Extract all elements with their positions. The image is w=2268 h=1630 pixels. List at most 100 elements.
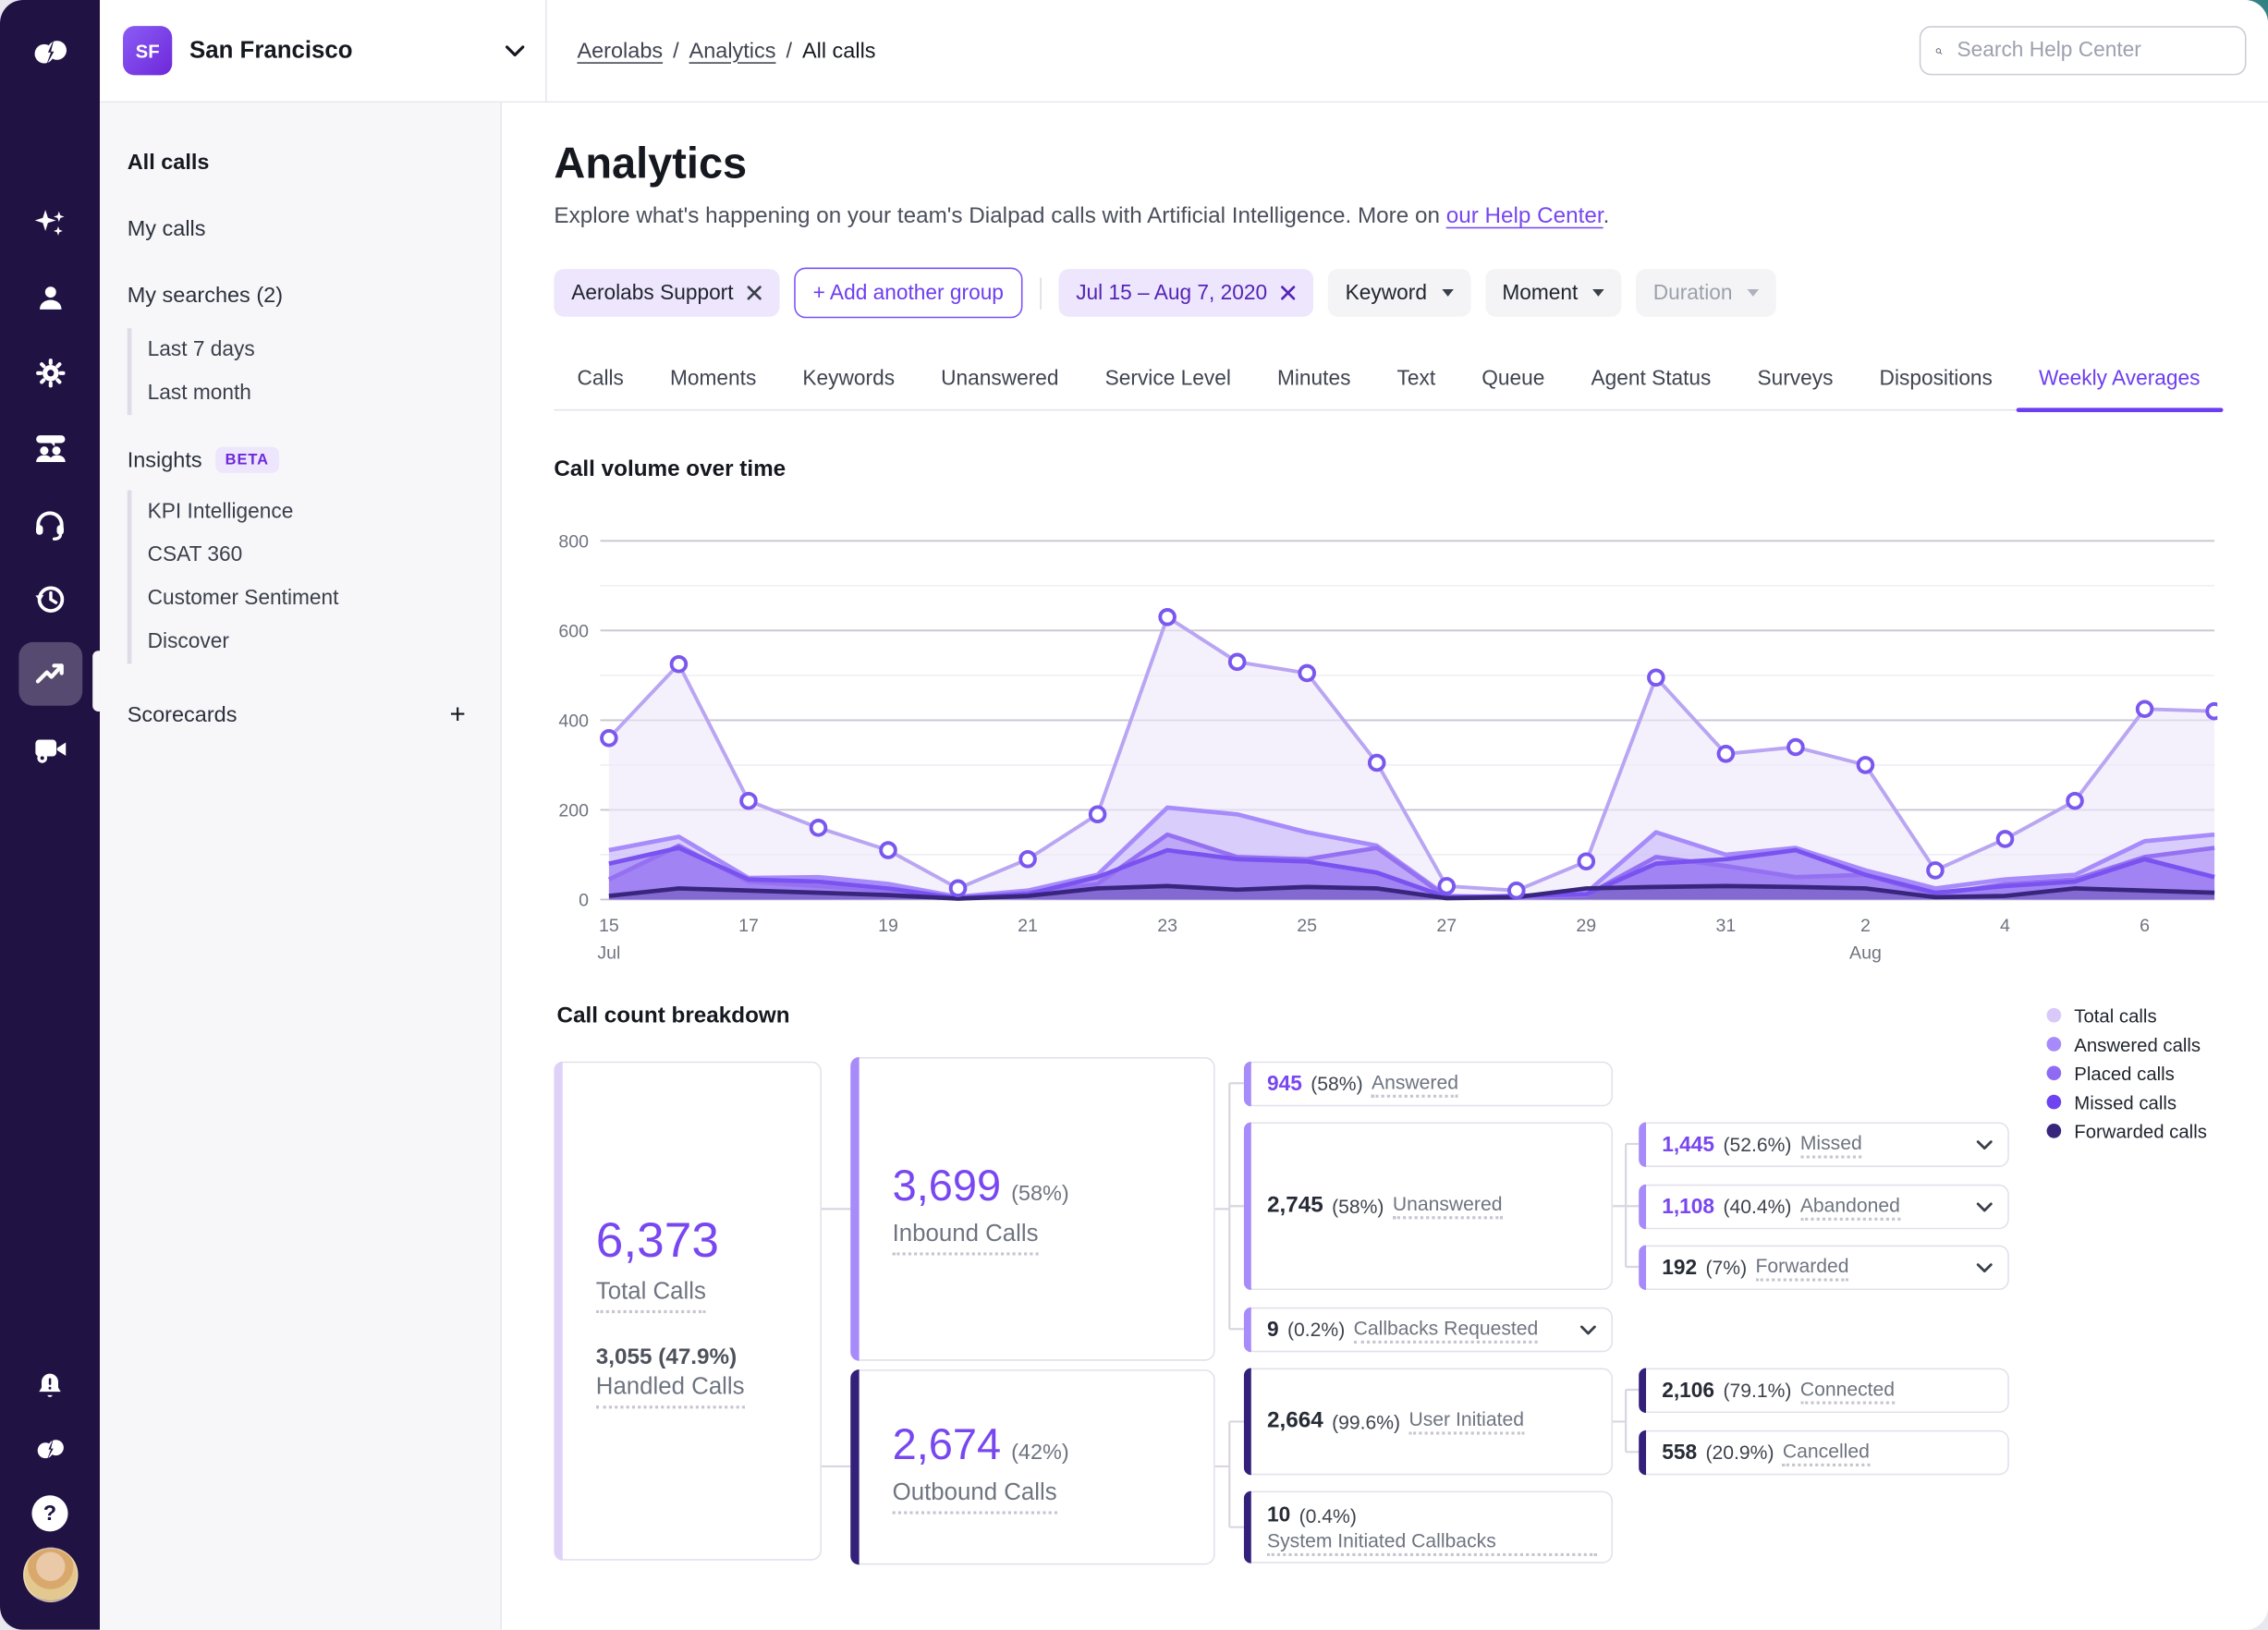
dialpad-app-icon[interactable] [21,1420,79,1478]
abandoned-label[interactable]: Abandoned [1799,1194,1900,1221]
page-title: Analytics [554,140,748,189]
callbacks-label[interactable]: Callbacks Requested [1353,1317,1539,1344]
sidebar-item-insights[interactable]: Insights BETA [128,446,475,473]
user-initiated-value: 2,664 [1266,1408,1323,1433]
support-headset-icon[interactable] [18,492,82,555]
chevron-down-icon [505,44,525,56]
sidebar-item-last-7-days[interactable]: Last 7 days [148,328,475,371]
answered-label[interactable]: Answered [1372,1071,1458,1098]
tab-surveys[interactable]: Surveys [1734,353,1856,409]
expand-chevron-icon[interactable] [1976,1138,1994,1150]
answered-pct: (58%) [1311,1073,1363,1095]
node-system-initiated-callbacks: 10 (0.4%) System Initiated Callbacks [1243,1490,1614,1563]
sidebar-item-my-searches[interactable]: My searches (2) [128,284,475,309]
help-icon[interactable]: ? [21,1484,79,1542]
handled-calls-label[interactable]: Handled Calls [595,1374,745,1409]
connected-label[interactable]: Connected [1799,1378,1896,1404]
callbacks-value: 9 [1266,1318,1279,1342]
settings-icon[interactable] [18,341,82,405]
legend-item-answered: Answered calls [2046,1029,2207,1058]
search-input[interactable] [1954,37,2231,64]
inbound-label[interactable]: Inbound Calls [892,1221,1039,1256]
cancelled-pct: (20.9%) [1705,1441,1774,1464]
sidebar-item-customer-sentiment[interactable]: Customer Sentiment [148,577,475,620]
search-icon [1935,47,1943,55]
sidebar-item-my-calls[interactable]: My calls [128,217,475,242]
page-subtitle: Explore what's happening on your team's … [554,204,2268,230]
inbound-value: 3,699 (58%) [892,1162,1069,1210]
cancelled-value: 558 [1662,1441,1698,1465]
sidebar-item-csat-360[interactable]: CSAT 360 [148,534,475,578]
node-answered: 945 (58%) Answered [1243,1061,1614,1107]
tab-weekly-averages[interactable]: Weekly Averages [2015,353,2224,412]
tab-dispositions[interactable]: Dispositions [1857,353,2016,409]
node-inbound-calls: 3,699 (58%) Inbound Calls [850,1057,1215,1361]
tab-text[interactable]: Text [1373,353,1458,409]
sidebar-item-discover[interactable]: Discover [148,620,475,663]
sidebar-item-all-calls[interactable]: All calls [128,151,475,176]
tab-keywords[interactable]: Keywords [779,353,918,409]
help-search[interactable] [1919,26,2247,76]
svg-text:Jul: Jul [597,943,620,964]
breakdown-title: Call count breakdown [556,1004,790,1028]
answered-value: 945 [1266,1072,1302,1096]
expand-chevron-icon[interactable] [1976,1201,1994,1213]
moment-dropdown[interactable]: Moment [1484,269,1622,317]
filter-divider [1040,276,1042,310]
forwarded-label[interactable]: Forwarded [1755,1255,1849,1281]
add-scorecard-button[interactable]: + [441,699,474,732]
notifications-bell-icon[interactable] [21,1356,79,1415]
duration-dropdown[interactable]: Duration [1635,269,1776,317]
tab-queue[interactable]: Queue [1458,353,1567,409]
missed-label[interactable]: Missed [1799,1132,1862,1158]
ai-sparkles-icon[interactable] [18,191,82,255]
outbound-label[interactable]: Outbound Calls [892,1478,1057,1514]
node-accent [1243,1122,1251,1291]
coaching-icon[interactable] [18,417,82,480]
system-callbacks-value: 10 [1266,1503,1291,1527]
unanswered-label[interactable]: Unanswered [1392,1193,1503,1220]
svg-text:25: 25 [1297,916,1317,936]
tab-service-level[interactable]: Service Level [1082,353,1254,409]
total-calls-label[interactable]: Total Calls [595,1279,706,1314]
analytics-tabs: Calls Moments Keywords Unanswered Servic… [554,353,2223,412]
breadcrumb-link-analytics[interactable]: Analytics [689,38,776,63]
system-callbacks-label[interactable]: System Initiated Callbacks [1266,1530,1597,1556]
tab-agent-status[interactable]: Agent Status [1567,353,1734,409]
breadcrumb-link-aerolabs[interactable]: Aerolabs [577,38,663,63]
tab-moments[interactable]: Moments [647,353,779,409]
tab-unanswered[interactable]: Unanswered [918,353,1082,409]
node-connected: 2,106 (79.1%) Connected [1639,1368,2009,1414]
history-icon[interactable] [18,566,82,630]
node-callbacks-requested: 9 (0.2%) Callbacks Requested [1243,1307,1614,1353]
sidebar-item-last-month[interactable]: Last month [148,371,475,415]
svg-text:600: 600 [558,621,589,641]
meetings-camera-icon[interactable] [18,717,82,781]
workspace-badge: SF [123,26,173,76]
remove-date-filter-icon[interactable] [1280,285,1296,300]
expand-chevron-icon[interactable] [1976,1262,1994,1274]
dialpad-logo[interactable] [21,23,79,81]
workspace-selector[interactable]: SF San Francisco [100,0,547,102]
subtitle-text: Explore what's happening on your team's … [554,203,1446,229]
tab-minutes[interactable]: Minutes [1254,353,1374,409]
svg-text:19: 19 [878,916,898,936]
add-group-button[interactable]: + Add another group [794,267,1023,319]
help-center-link[interactable]: our Help Center [1446,204,1603,229]
user-initiated-label[interactable]: User Initiated [1408,1408,1524,1435]
scorecards-label[interactable]: Scorecards [128,703,238,728]
analytics-icon[interactable] [18,641,82,706]
tab-calls[interactable]: Calls [554,353,647,409]
keyword-dropdown[interactable]: Keyword [1327,269,1470,317]
sidebar-item-kpi-intelligence[interactable]: KPI Intelligence [148,491,475,534]
remove-group-filter-icon[interactable] [747,285,762,300]
node-total-calls: 6,373 Total Calls 3,055 (47.9%) Handled … [554,1061,822,1561]
legend-swatch [2046,1065,2062,1081]
group-filter-chip[interactable]: Aerolabs Support [554,269,780,317]
cancelled-label[interactable]: Cancelled [1782,1440,1870,1466]
date-range-chip[interactable]: Jul 15 – Aug 7, 2020 [1058,269,1314,317]
contacts-icon[interactable] [18,266,82,330]
expand-chevron-icon[interactable] [1579,1324,1597,1336]
forwarded-value: 192 [1662,1256,1698,1280]
user-avatar[interactable] [22,1547,78,1603]
